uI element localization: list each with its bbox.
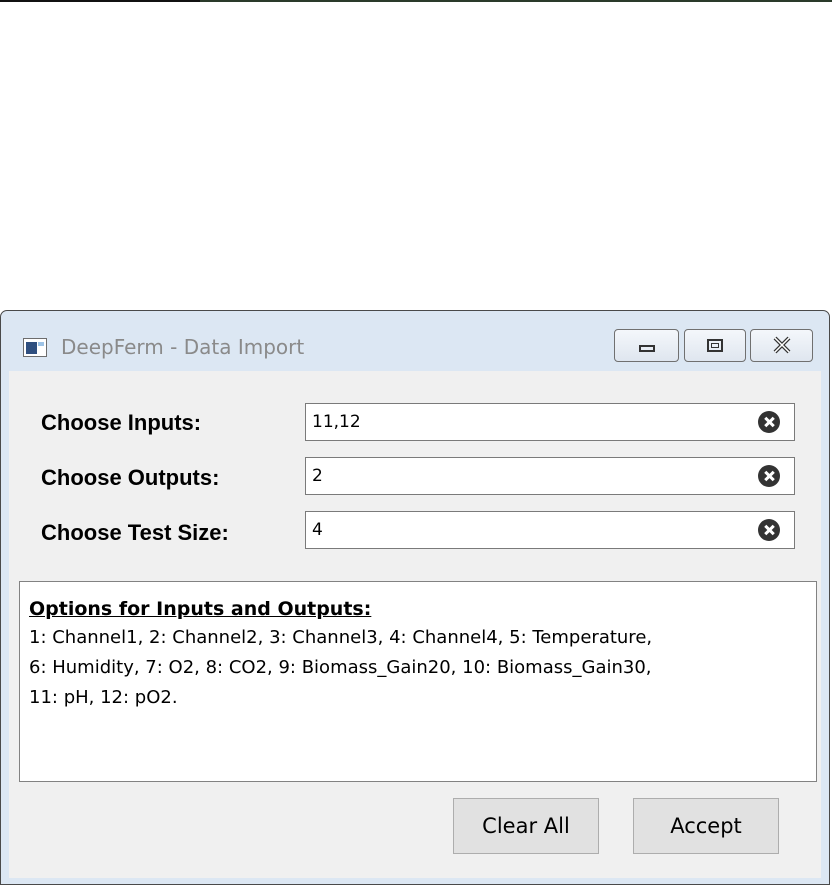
close-icon: [773, 336, 791, 354]
choose-inputs-label: Choose Inputs:: [41, 410, 202, 435]
choose-outputs-field[interactable]: [305, 457, 795, 495]
choose-inputs-field[interactable]: [305, 403, 795, 441]
options-heading: Options for Inputs and Outputs:: [29, 598, 372, 620]
clear-all-button[interactable]: Clear All: [453, 798, 599, 854]
choose-test-size-field[interactable]: [305, 511, 795, 549]
accept-button[interactable]: Accept: [633, 798, 779, 854]
minimize-button[interactable]: [614, 329, 679, 362]
choose-test-size-input[interactable]: [306, 512, 742, 548]
options-line: 6: Humidity, 7: O2, 8: CO2, 9: Biomass_G…: [29, 657, 652, 678]
app-icon-dark-pane: [26, 342, 37, 354]
choose-outputs-label: Choose Outputs:: [41, 465, 220, 490]
data-import-window: DeepFerm - Data Import Choose Inputs: Ch…: [0, 310, 830, 885]
options-line: 1: Channel1, 2: Channel2, 3: Channel3, 4…: [29, 627, 653, 648]
window-title: DeepFerm - Data Import: [61, 335, 305, 359]
maximize-icon: [707, 339, 723, 352]
app-window-icon: [23, 338, 47, 357]
clear-outputs-icon[interactable]: [758, 465, 780, 487]
minimize-icon: [639, 345, 655, 352]
desktop-top-strip: [0, 0, 832, 2]
choose-outputs-input[interactable]: [306, 458, 742, 494]
options-text-box[interactable]: Options for Inputs and Outputs: 1: Chann…: [19, 581, 817, 782]
options-line: 11: pH, 12: pO2.: [29, 687, 178, 708]
close-button[interactable]: [750, 329, 813, 362]
title-bar[interactable]: DeepFerm - Data Import: [1, 311, 829, 371]
clear-inputs-icon[interactable]: [758, 411, 780, 433]
desktop-top-strip-segment: [0, 0, 200, 2]
choose-inputs-input[interactable]: [306, 404, 742, 440]
maximize-button[interactable]: [684, 329, 746, 362]
choose-test-size-label: Choose Test Size:: [41, 520, 229, 545]
dialog-client-area: Choose Inputs: Choose Outputs: Choose Te…: [9, 371, 821, 878]
clear-test-size-icon[interactable]: [758, 519, 780, 541]
app-icon-light-pane: [38, 342, 44, 346]
